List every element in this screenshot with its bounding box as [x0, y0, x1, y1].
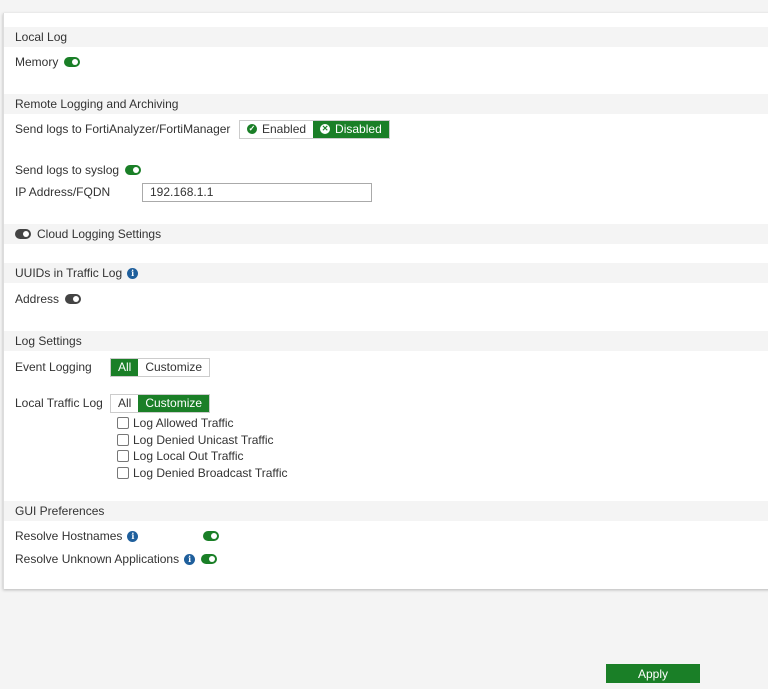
- section-title: Local Log: [15, 30, 68, 44]
- address-row: Address: [15, 290, 82, 308]
- info-icon[interactable]: i: [184, 553, 196, 565]
- section-gui-preferences: GUI Preferences: [4, 501, 768, 521]
- faz-row: Send logs to FortiAnalyzer/FortiManager …: [15, 119, 390, 139]
- checkbox-label: Log Allowed Traffic: [133, 416, 234, 430]
- section-title: Log Settings: [15, 334, 82, 348]
- memory-toggle[interactable]: [64, 57, 81, 67]
- event-logging-toggle-group: All Customize: [110, 357, 211, 377]
- event-customize-option[interactable]: Customize: [138, 358, 210, 376]
- syslog-label: Send logs to syslog: [15, 163, 120, 177]
- checkbox-row: Log Local Out Traffic: [117, 448, 244, 464]
- event-logging-row: Event Logging All Customize: [15, 357, 211, 377]
- checkbox-label: Log Local Out Traffic: [133, 449, 244, 463]
- log-denied-unicast-checkbox[interactable]: [117, 434, 129, 446]
- faz-disabled-option[interactable]: ✕ Disabled: [313, 120, 389, 138]
- cloud-logging-toggle[interactable]: [15, 229, 31, 239]
- section-local-log: Local Log: [4, 27, 768, 47]
- section-title: UUIDs in Traffic Log: [15, 266, 123, 280]
- check-circle-icon: ✓: [247, 124, 257, 134]
- log-denied-broadcast-checkbox[interactable]: [117, 467, 129, 479]
- section-remote-logging: Remote Logging and Archiving: [4, 94, 768, 114]
- log-allowed-traffic-checkbox[interactable]: [117, 417, 129, 429]
- section-cloud-logging: Cloud Logging Settings: [4, 224, 768, 244]
- log-local-out-checkbox[interactable]: [117, 450, 129, 462]
- option-label: Enabled: [262, 121, 307, 136]
- section-title: Remote Logging and Archiving: [15, 97, 179, 111]
- syslog-toggle[interactable]: [125, 165, 142, 175]
- event-logging-label: Event Logging: [15, 360, 92, 374]
- checkbox-label: Log Denied Unicast Traffic: [133, 433, 274, 447]
- ip-row: IP Address/FQDN: [15, 182, 372, 202]
- section-title: GUI Preferences: [15, 504, 105, 518]
- log-settings-panel: Local Log Memory Remote Logging and Arch…: [3, 13, 768, 589]
- section-log-settings: Log Settings: [4, 331, 768, 351]
- checkbox-row: Log Allowed Traffic: [117, 415, 234, 431]
- checkbox-row: Log Denied Unicast Traffic: [117, 432, 274, 448]
- resolve-hostnames-row: Resolve Hostnames i: [15, 527, 220, 545]
- memory-row: Memory: [15, 53, 81, 71]
- traffic-log-row: Local Traffic Log All Customize: [15, 393, 211, 413]
- ip-address-input[interactable]: [142, 182, 372, 202]
- resolve-hostnames-toggle[interactable]: [203, 531, 220, 541]
- info-icon[interactable]: i: [127, 267, 139, 279]
- traffic-customize-option[interactable]: Customize: [138, 394, 210, 412]
- checkbox-label: Log Denied Broadcast Traffic: [133, 466, 288, 480]
- event-all-option[interactable]: All: [111, 358, 139, 376]
- x-circle-icon: ✕: [320, 124, 331, 134]
- traffic-all-option[interactable]: All: [111, 394, 139, 412]
- resolve-apps-toggle[interactable]: [201, 554, 218, 564]
- resolve-apps-row: Resolve Unknown Applications i: [15, 550, 218, 568]
- traffic-log-toggle-group: All Customize: [110, 393, 211, 413]
- section-uuids: UUIDs in Traffic Log i: [4, 263, 768, 283]
- info-icon[interactable]: i: [127, 530, 139, 542]
- section-title: Cloud Logging Settings: [37, 227, 162, 241]
- faz-enabled-option[interactable]: ✓ Enabled: [240, 120, 314, 138]
- option-label: Disabled: [335, 121, 382, 136]
- checkbox-row: Log Denied Broadcast Traffic: [117, 465, 288, 481]
- memory-label: Memory: [15, 55, 59, 69]
- faz-label: Send logs to FortiAnalyzer/FortiManager: [15, 122, 231, 136]
- faz-toggle-group: ✓ Enabled ✕ Disabled: [239, 119, 390, 139]
- resolve-apps-label: Resolve Unknown Applications: [15, 552, 180, 566]
- address-label: Address: [15, 292, 60, 306]
- traffic-log-label: Local Traffic Log: [15, 396, 103, 410]
- address-toggle[interactable]: [65, 294, 82, 304]
- ip-label: IP Address/FQDN: [15, 185, 111, 199]
- resolve-hostnames-label: Resolve Hostnames: [15, 529, 123, 543]
- apply-button[interactable]: Apply: [606, 664, 700, 683]
- syslog-row: Send logs to syslog: [15, 161, 142, 179]
